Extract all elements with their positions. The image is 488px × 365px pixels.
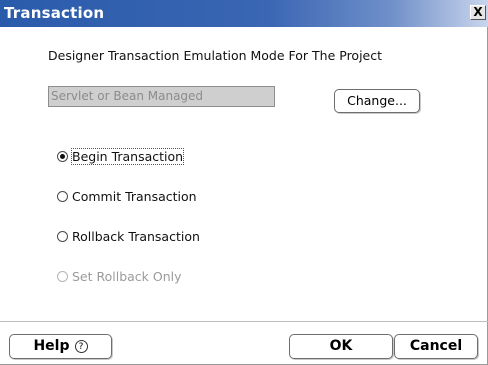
help-label: Help — [33, 338, 70, 354]
radio-begin-transaction[interactable]: Begin Transaction — [57, 147, 185, 165]
close-button[interactable]: X — [470, 5, 486, 20]
emulation-mode-heading: Designer Transaction Emulation Mode For … — [48, 48, 383, 63]
radio-set-rollback-only: Set Rollback Only — [57, 268, 182, 284]
radio-label[interactable]: Begin Transaction — [70, 147, 185, 165]
radio-label[interactable]: Commit Transaction — [72, 189, 197, 204]
radio-label: Set Rollback Only — [72, 268, 182, 284]
radio-unchecked-icon[interactable] — [57, 230, 68, 242]
cancel-button[interactable]: Cancel — [394, 334, 478, 359]
radio-label[interactable]: Rollback Transaction — [72, 229, 200, 244]
window-title: Transaction — [4, 4, 105, 22]
radio-unchecked-icon[interactable] — [57, 190, 68, 202]
change-button[interactable]: Change... — [334, 89, 420, 113]
radio-disabled-icon — [57, 270, 68, 282]
close-icon: X — [473, 5, 483, 19]
help-button[interactable]: Help? — [9, 334, 112, 359]
radio-rollback-transaction[interactable]: Rollback Transaction — [57, 228, 200, 244]
title-bar[interactable]: Transaction X — [0, 0, 488, 27]
question-circle-icon: ? — [74, 340, 88, 353]
radio-commit-transaction[interactable]: Commit Transaction — [57, 188, 197, 204]
transaction-dialog: Transaction X Designer Transaction Emula… — [0, 0, 488, 365]
radio-checked-icon[interactable] — [57, 150, 68, 162]
emulation-mode-field: Servlet or Bean Managed — [48, 86, 275, 107]
footer-divider — [0, 321, 488, 322]
ok-button[interactable]: OK — [289, 334, 393, 359]
